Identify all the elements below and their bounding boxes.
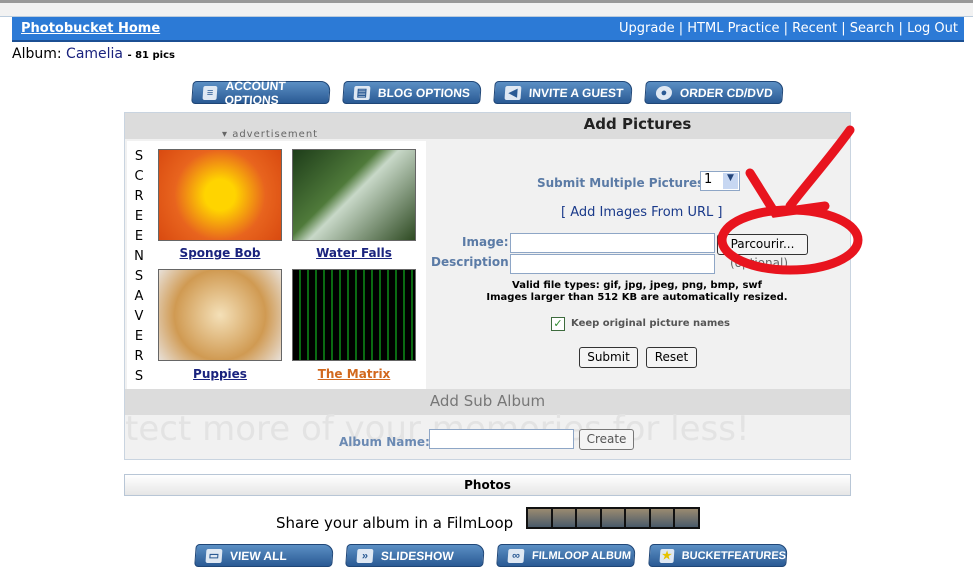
album-name: Camelia: [66, 46, 124, 62]
album-heading: Album: Camelia - 81 pics: [12, 46, 175, 62]
bucketfeatures-button[interactable]: ★ BUCKETFEATURES: [648, 544, 788, 567]
album-name-label: Album Name:: [339, 435, 430, 449]
image-label: Image:: [462, 235, 509, 249]
invite-guest-button[interactable]: ◀ INVITE A GUEST: [493, 81, 633, 104]
button-label: BLOG OPTIONS: [377, 85, 471, 100]
document-icon: ≡: [202, 85, 218, 100]
slideshow-button[interactable]: » SLIDESHOW: [345, 544, 485, 567]
keep-names-label: Keep original picture names: [571, 318, 730, 329]
button-label: ACCOUNT OPTIONS: [224, 78, 287, 107]
nav-links: Upgrade | HTML Practice | Recent | Searc…: [619, 21, 958, 36]
ad-label-text: advertisement: [232, 129, 319, 140]
advertisement[interactable]: ▾ advertisement SCREENSAVERS Sponge Bob …: [127, 129, 426, 389]
button-label: ORDER CD/DVD: [679, 85, 774, 100]
nav-search[interactable]: Search: [850, 21, 895, 36]
nav-recent[interactable]: Recent: [792, 21, 837, 36]
megaphone-icon: ◀: [504, 85, 522, 100]
button-label: SLIDESHOW: [380, 548, 455, 563]
sponge-bob-thumbnail[interactable]: [158, 149, 282, 241]
create-button[interactable]: Create: [579, 429, 634, 450]
photos-header: Photos: [124, 474, 851, 496]
browser-bar: [0, 0, 973, 17]
description-label: Description:: [431, 255, 514, 269]
add-sub-album-title: Add Sub Album: [125, 389, 850, 415]
view-all-button[interactable]: ▭ VIEW ALL: [194, 544, 334, 567]
puppies-link[interactable]: Puppies: [158, 367, 282, 381]
file-info: Valid file types: gif, jpg, jpeg, png, b…: [427, 280, 847, 304]
screensavers-vertical-text: SCREENSAVERS: [134, 149, 144, 384]
button-label: VIEW ALL: [229, 548, 288, 563]
share-filmloop-text: Share your album in a FilmLoop: [276, 514, 514, 532]
fast-forward-icon: »: [356, 548, 374, 563]
disc-icon: ●: [655, 85, 673, 100]
button-label: FILMLOOP ALBUM: [531, 549, 632, 562]
submit-button[interactable]: Submit: [579, 347, 638, 368]
nav-upgrade[interactable]: Upgrade: [619, 21, 675, 36]
puppies-thumbnail[interactable]: [158, 269, 282, 361]
water-falls-thumbnail[interactable]: [292, 149, 416, 241]
filmloop-icon: ∞: [507, 548, 525, 563]
button-label: INVITE A GUEST: [528, 85, 624, 100]
resize-note: Images larger than 512 KB are automatica…: [486, 292, 788, 303]
matrix-link[interactable]: The Matrix: [292, 367, 416, 381]
nav-html-practice[interactable]: HTML Practice: [687, 21, 779, 36]
folder-icon: ▭: [205, 548, 223, 563]
valid-types: Valid file types: gif, jpg, jpeg, png, b…: [512, 280, 762, 291]
button-label: BUCKETFEATURES: [681, 549, 787, 562]
filmloop-album-button[interactable]: ∞ FILMLOOP ALBUM: [496, 544, 636, 567]
reset-button[interactable]: Reset: [646, 347, 697, 368]
nav-log-out[interactable]: Log Out: [907, 21, 958, 36]
upload-panel: Add Pictures ▾ advertisement SCREENSAVER…: [124, 112, 863, 460]
star-icon: ★: [659, 548, 675, 563]
matrix-thumbnail[interactable]: [292, 269, 416, 361]
filmloop-strip-image[interactable]: [526, 507, 700, 529]
red-annotation: [717, 125, 863, 275]
keep-names-checkbox[interactable]: ✓: [551, 317, 565, 331]
order-cd-dvd-button[interactable]: ● ORDER CD/DVD: [644, 81, 784, 104]
photobucket-home-link[interactable]: Photobucket Home: [21, 21, 160, 36]
water-falls-link[interactable]: Water Falls: [292, 246, 416, 260]
album-name-input[interactable]: [429, 429, 574, 449]
newspaper-icon: ▤: [353, 85, 371, 100]
album-count: - 81 pics: [127, 50, 175, 61]
advertisement-label: ▾ advertisement: [222, 129, 319, 140]
blog-options-button[interactable]: ▤ BLOG OPTIONS: [342, 81, 482, 104]
top-nav: Photobucket Home Upgrade | HTML Practice…: [12, 17, 964, 42]
album-label: Album:: [12, 46, 62, 62]
account-options-button[interactable]: ≡ ACCOUNT OPTIONS: [191, 78, 331, 107]
sponge-bob-link[interactable]: Sponge Bob: [158, 246, 282, 260]
